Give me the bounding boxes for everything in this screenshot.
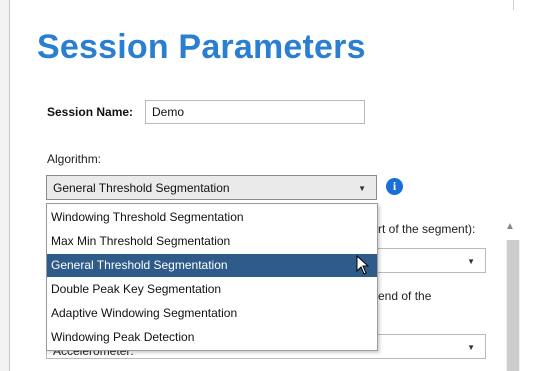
dropdown-arrow-icon: ▼	[467, 257, 475, 266]
algorithm-option[interactable]: Windowing Peak Detection	[47, 326, 377, 349]
algorithm-dropdown-list: Windowing Threshold Segmentation Max Min…	[46, 203, 378, 351]
algorithm-select[interactable]: General Threshold Segmentation ▼	[46, 175, 377, 200]
segment-end-label: end of the	[378, 289, 432, 303]
window-divider	[513, 0, 514, 10]
algorithm-option[interactable]: Double Peak Key Segmentation	[47, 278, 377, 301]
segment-start-select[interactable]: ▼	[376, 248, 486, 273]
session-name-input[interactable]	[145, 100, 365, 124]
algorithm-option[interactable]: Windowing Threshold Segmentation	[47, 206, 377, 229]
page-title: Session Parameters	[37, 28, 366, 66]
info-icon[interactable]: i	[386, 178, 403, 195]
scroll-up-icon[interactable]: ▲	[505, 221, 515, 232]
algorithm-option[interactable]: Max Min Threshold Segmentation	[47, 230, 377, 253]
session-name-label: Session Name:	[47, 105, 134, 119]
dropdown-arrow-icon: ▼	[467, 343, 475, 352]
segment-start-label: rt of the segment):	[378, 222, 476, 236]
window-left-border	[9, 0, 10, 371]
mouse-cursor-icon	[356, 255, 370, 275]
algorithm-label: Algorithm:	[47, 152, 102, 166]
algorithm-selected-value: General Threshold Segmentation	[53, 181, 230, 195]
dropdown-arrow-icon: ▼	[358, 184, 366, 193]
algorithm-option[interactable]: Adaptive Windowing Segmentation	[47, 302, 377, 325]
algorithm-option-highlighted[interactable]: General Threshold Segmentation	[47, 254, 377, 277]
scrollbar-thumb[interactable]	[507, 240, 519, 371]
